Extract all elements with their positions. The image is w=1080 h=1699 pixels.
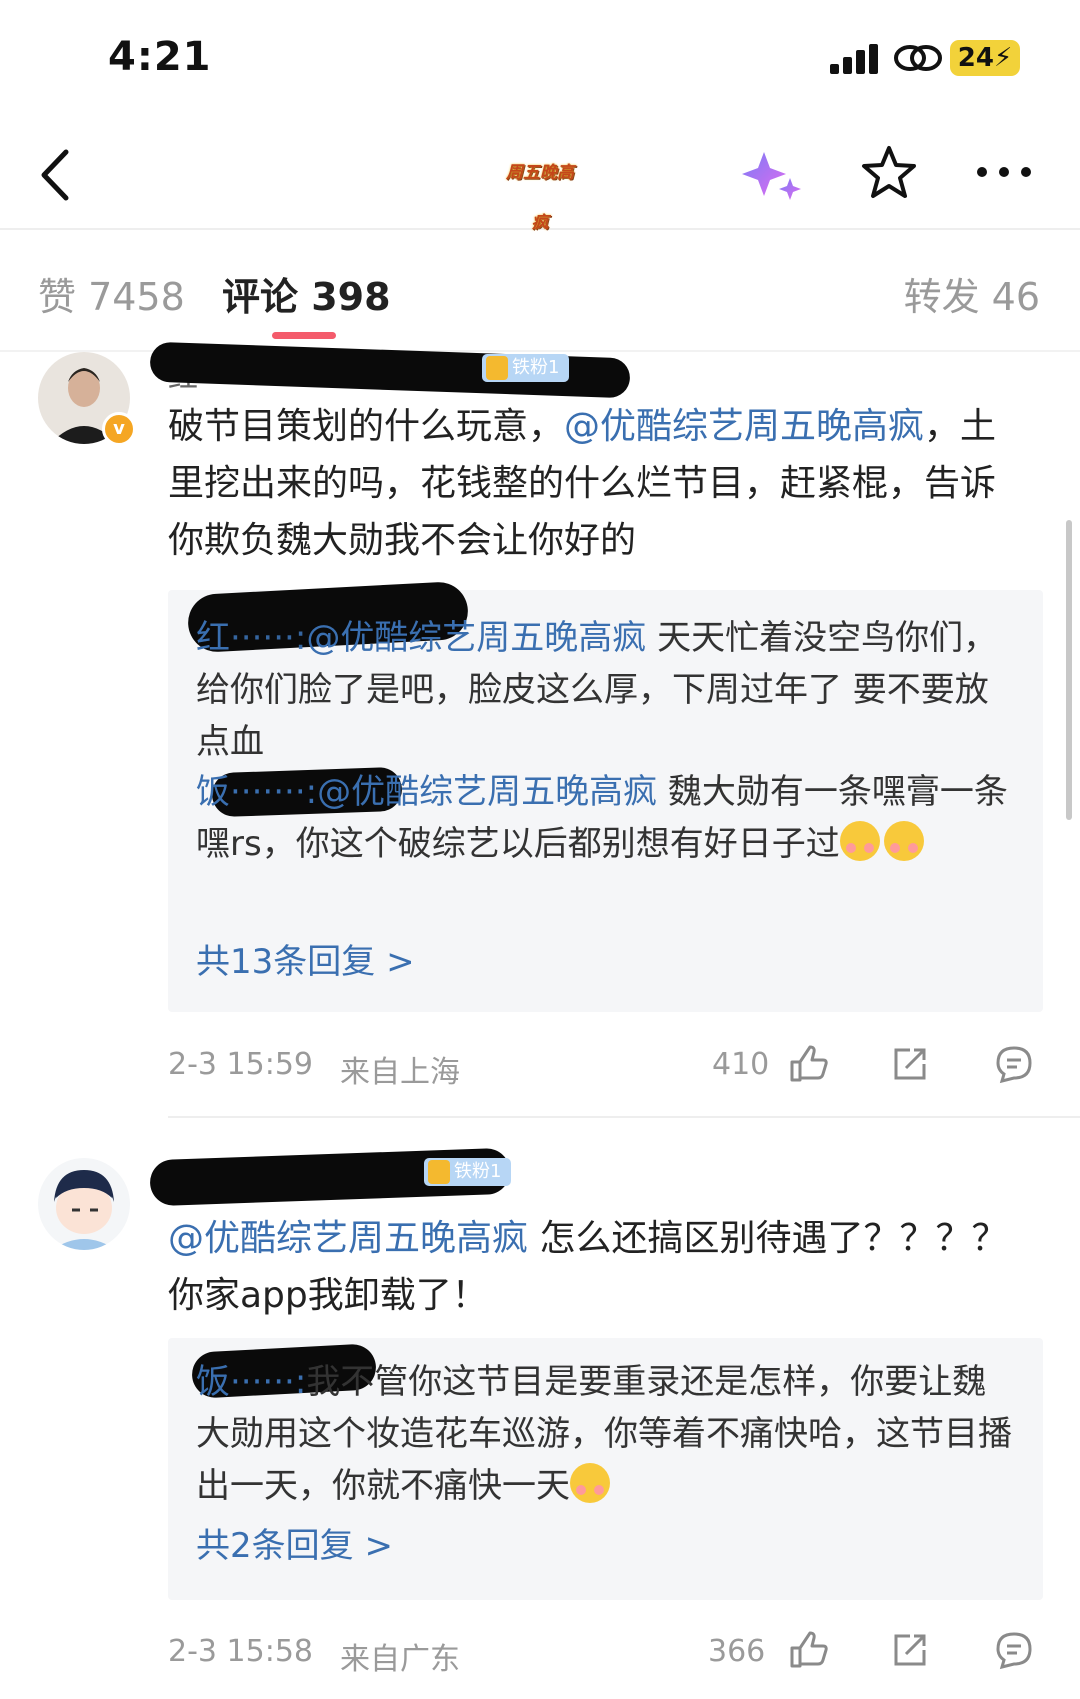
comment-text-before: 破节目策划的什么玩意， [168,406,565,447]
sparkle-icon[interactable] [740,148,806,204]
comment-item: v 红 铁粉1 破节目策划的什么玩意，@优酷综艺周五晚高疯，土里挖出来的吗，花钱… [0,341,1080,1118]
star-icon[interactable] [860,144,918,202]
emoji-blush-icon [839,821,880,861]
back-icon[interactable] [36,146,76,204]
nav-bar: 周五晚高疯 [0,120,1080,233]
comment-icon[interactable] [994,1630,1034,1670]
mention-link[interactable]: @优酷综艺周五晚高疯 [168,1218,528,1259]
reply-item[interactable]: 饭·······:@优酷综艺周五晚高疯 魏大勋有一条嘿膏一条嘿rs，你这个破综艺… [196,766,1016,870]
fan-badge-label: 铁粉1 [454,1161,502,1182]
reply-user[interactable]: 红 [196,618,230,658]
status-bar: 4:21 24⚡ [0,0,1080,110]
like-icon[interactable] [788,1630,828,1670]
comment-location: 来自广东 [340,1642,460,1677]
signal-icon [830,44,880,74]
emoji-blush-icon [883,821,924,861]
comment-item: 铁粉1 @优酷综艺周五晚高疯 怎么还搞区别待遇了？？？？ 你家app我卸载了！ … [0,1147,1080,1698]
fan-badge-label: 铁粉1 [512,357,560,378]
reply-item[interactable]: 饭······:我不管你这节目是要重录还是怎样，你要让魏大勋用这个妆造花车巡游，… [196,1356,1016,1512]
battery-indicator: 24⚡ [950,40,1020,76]
avatar[interactable] [38,1158,130,1250]
channel-logo-text: 周五晚高疯 [506,163,574,233]
more-replies-link[interactable]: 共2条回复 > [196,1518,393,1567]
like-icon[interactable] [788,1044,828,1084]
scrollbar[interactable] [1066,520,1072,820]
more-replies-link[interactable]: 共13条回复 > [196,934,415,983]
comment-time: 2-3 15:58 [168,1634,313,1669]
fan-badge: 铁粉1 [424,1158,512,1186]
comment-text: 破节目策划的什么玩意，@优酷综艺周五晚高疯，土里挖出来的吗，花钱整的什么烂节目，… [168,398,1028,569]
reply-item[interactable]: 红······:@优酷综艺周五晚高疯 天天忙着没空鸟你们，给你们脸了是吧，脸皮这… [196,612,1016,768]
comment-text: @优酷综艺周五晚高疯 怎么还搞区别待遇了？？？？ 你家app我卸载了！ [168,1210,1028,1324]
share-icon[interactable] [890,1630,930,1670]
link-icon [894,45,942,71]
channel-logo[interactable]: 周五晚高疯 [505,148,575,233]
comment-divider [168,1116,1080,1118]
fan-badge: 铁粉1 [482,354,570,382]
tab-bar: 赞 7458 评论 398 转发 46 [0,232,1080,352]
active-tab-indicator [272,332,336,339]
reply-box[interactable]: 红······:@优酷综艺周五晚高疯 天天忙着没空鸟你们，给你们脸了是吧，脸皮这… [168,580,1043,1012]
reply-user[interactable]: 饭 [196,772,230,812]
comment-location: 来自上海 [340,1055,460,1090]
like-count: 366 [708,1634,766,1669]
verified-badge: v [102,412,136,446]
mention-link[interactable]: @优酷综艺周五晚高疯 [317,772,657,812]
reply-user[interactable]: 饭 [196,1362,230,1402]
tab-comments[interactable]: 评论 398 [222,266,391,321]
comment-icon[interactable] [994,1044,1034,1084]
more-icon[interactable] [976,162,1032,182]
reply-box[interactable]: 饭······:我不管你这节目是要重录还是怎样，你要让魏大勋用这个妆造花车巡游，… [168,1338,1043,1600]
mention-link[interactable]: @优酷综艺周五晚高疯 [306,618,646,658]
tab-reposts[interactable]: 转发 46 [904,266,1040,321]
battery-level: 24 [957,43,994,73]
status-time: 4:21 [108,34,212,80]
emoji-blush-icon [570,1463,610,1503]
mention-link[interactable]: @优酷综艺周五晚高疯 [564,406,924,447]
share-icon[interactable] [890,1044,930,1084]
tab-likes[interactable]: 赞 7458 [38,266,185,321]
like-count: 410 [712,1047,770,1082]
comment-time: 2-3 15:59 [168,1047,313,1082]
